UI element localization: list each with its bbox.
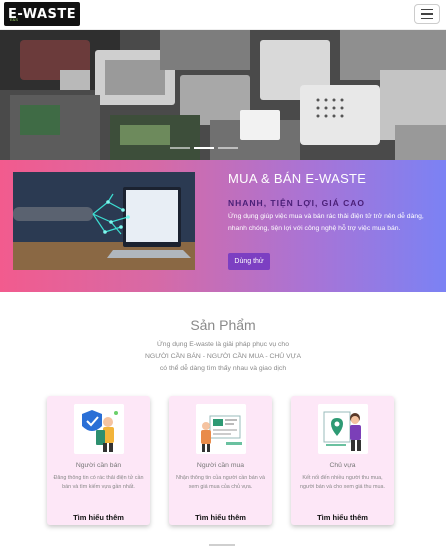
buyer-illustration xyxy=(196,404,246,454)
logo-subtext: E&S xyxy=(10,17,19,22)
section-title: Sản Phẩm xyxy=(190,317,256,333)
carousel-indicators xyxy=(170,147,238,149)
description-line: NGƯỜI CẦN BÁN - NGƯỜI CẦN MUA - CHỦ VỰA xyxy=(145,353,301,360)
card-description: Kết nối đến nhiều người thu mua, người b… xyxy=(299,475,386,490)
card-description: Nhận thông tin của người cần bán và xem … xyxy=(176,475,265,490)
card-title: Người cần bán xyxy=(75,462,122,469)
carousel-indicator[interactable] xyxy=(194,147,214,149)
card-title: Người cần mua xyxy=(196,462,245,469)
brand-logo[interactable]: E-WASTE E&S xyxy=(4,2,81,26)
products-section: Sản Phẩm Ứng dụng E-waste là giải pháp p… xyxy=(0,292,446,550)
banner-description: Ứng dụng giúp việc mua và bán rác thải đ… xyxy=(228,213,424,232)
description-line: Ứng dụng E-waste là giải pháp phục vụ ch… xyxy=(156,341,289,348)
hamburger-icon xyxy=(421,13,433,15)
banner-tagline: NHANH, TIỆN LỢI, GIÁ CAO xyxy=(228,198,366,208)
product-card-buyer: Người cần mua Nhận thông tin của người c… xyxy=(169,396,272,525)
seller-illustration xyxy=(74,404,124,454)
product-card-owner: Chủ vựa Kết nối đến nhiều người thu mua,… xyxy=(291,396,394,525)
laptop-hand-image xyxy=(13,172,195,270)
section-description: Ứng dụng E-waste là giải pháp phục vụ ch… xyxy=(0,339,446,375)
ewaste-pile-image xyxy=(0,30,446,160)
navbar: E-WASTE E&S xyxy=(0,0,446,30)
hamburger-icon xyxy=(421,17,433,20)
learn-more-link[interactable]: Tìm hiểu thêm xyxy=(47,513,150,522)
card-description: Đăng thông tin có rác thải điện tử cần b… xyxy=(53,475,144,490)
description-line: có thể dễ dàng tìm thấy nhau và giao dịc… xyxy=(159,365,287,372)
learn-more-link[interactable]: Tìm hiểu thêm xyxy=(291,513,394,522)
promo-banner: MUA & BÁN E-WASTE NHANH, TIỆN LỢI, GIÁ C… xyxy=(0,160,446,292)
card-title: Chủ vựa xyxy=(329,462,356,469)
scroll-indicator xyxy=(209,544,235,550)
carousel-indicator[interactable] xyxy=(170,147,190,149)
owner-illustration xyxy=(318,404,368,454)
try-button[interactable]: Dùng thử xyxy=(228,253,270,270)
logo-text: E-WASTE xyxy=(8,6,77,22)
learn-more-link[interactable]: Tìm hiểu thêm xyxy=(169,513,272,522)
menu-toggle-button[interactable] xyxy=(414,4,440,24)
carousel-indicator[interactable] xyxy=(218,147,238,149)
banner-title: MUA & BÁN E-WASTE xyxy=(228,171,367,186)
product-card-seller: Người cần bán Đăng thông tin có rác thải… xyxy=(47,396,150,525)
hero-carousel[interactable] xyxy=(0,30,446,160)
hamburger-icon xyxy=(421,8,433,11)
